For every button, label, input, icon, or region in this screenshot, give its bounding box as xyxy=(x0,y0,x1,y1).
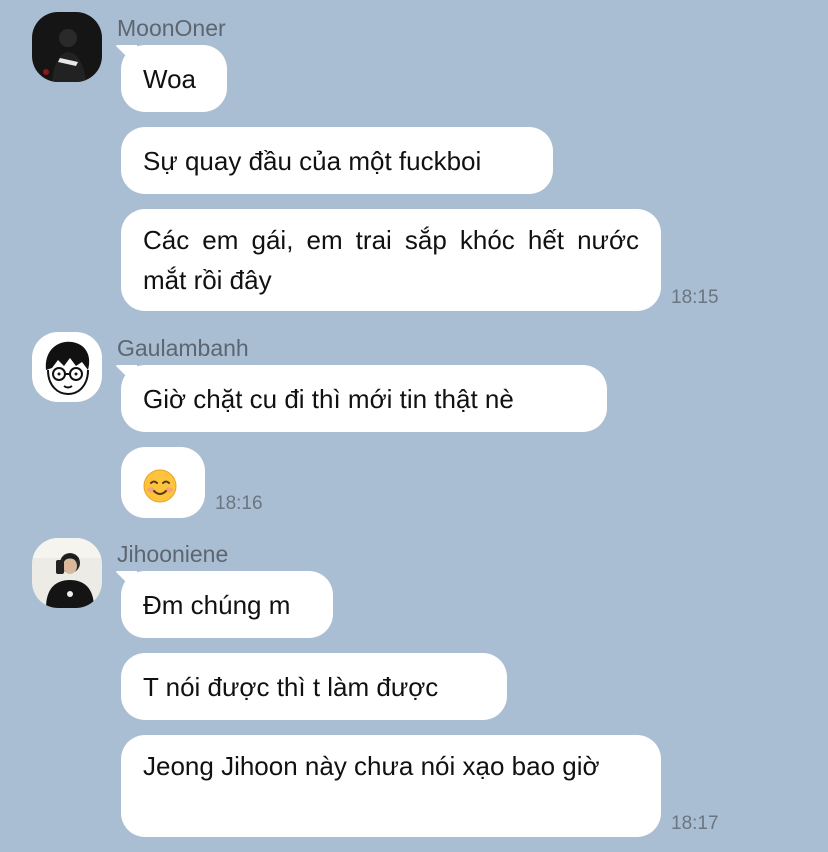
message-bubble[interactable]: T nói được thì t làm được xyxy=(121,653,507,720)
sender-name: Gaulambanh xyxy=(117,335,249,361)
smiling-face-emoji-icon xyxy=(143,469,177,503)
message-text: Jeong Jihoon này chưa nói xạo bao giờ xyxy=(143,751,600,781)
message-text: Đm chúng m xyxy=(143,590,291,620)
timestamp: 18:15 xyxy=(671,287,719,308)
avatar-cartoon-glasses-icon xyxy=(32,332,102,402)
sender-name: MoonOner xyxy=(117,15,226,41)
timestamp: 18:16 xyxy=(215,493,263,514)
sender-name: Jihooniene xyxy=(117,541,229,567)
message-bubble[interactable]: Sự quay đầu của một fuckboi xyxy=(121,127,553,194)
message-text: Woa xyxy=(143,64,196,94)
message-text: T nói được thì t làm được xyxy=(143,672,439,702)
avatar[interactable] xyxy=(32,538,102,608)
message-bubble[interactable]: ☺️ xyxy=(121,447,205,518)
message-bubble[interactable]: Giờ chặt cu đi thì mới tin thật nè xyxy=(121,365,607,432)
avatar[interactable] xyxy=(32,12,102,82)
avatar-dark-photo-icon xyxy=(32,12,102,82)
timestamp: 18:17 xyxy=(671,813,719,834)
avatar-mirror-selfie-icon xyxy=(32,538,102,608)
message-bubble[interactable]: Jeong Jihoon này chưa nói xạo bao giờ xyxy=(121,735,661,837)
message-bubble[interactable]: Các em gái, em trai sắp khóc hết nước mắ… xyxy=(121,209,661,311)
message-text: Sự quay đầu của một fuckboi xyxy=(143,146,482,176)
message-bubble[interactable]: Đm chúng m xyxy=(121,571,333,638)
message-text: Các em gái, em trai sắp khóc hết nước mắ… xyxy=(143,225,639,295)
message-bubble[interactable]: Woa xyxy=(121,45,227,112)
message-text: Giờ chặt cu đi thì mới tin thật nè xyxy=(143,384,514,414)
avatar[interactable] xyxy=(32,332,102,402)
